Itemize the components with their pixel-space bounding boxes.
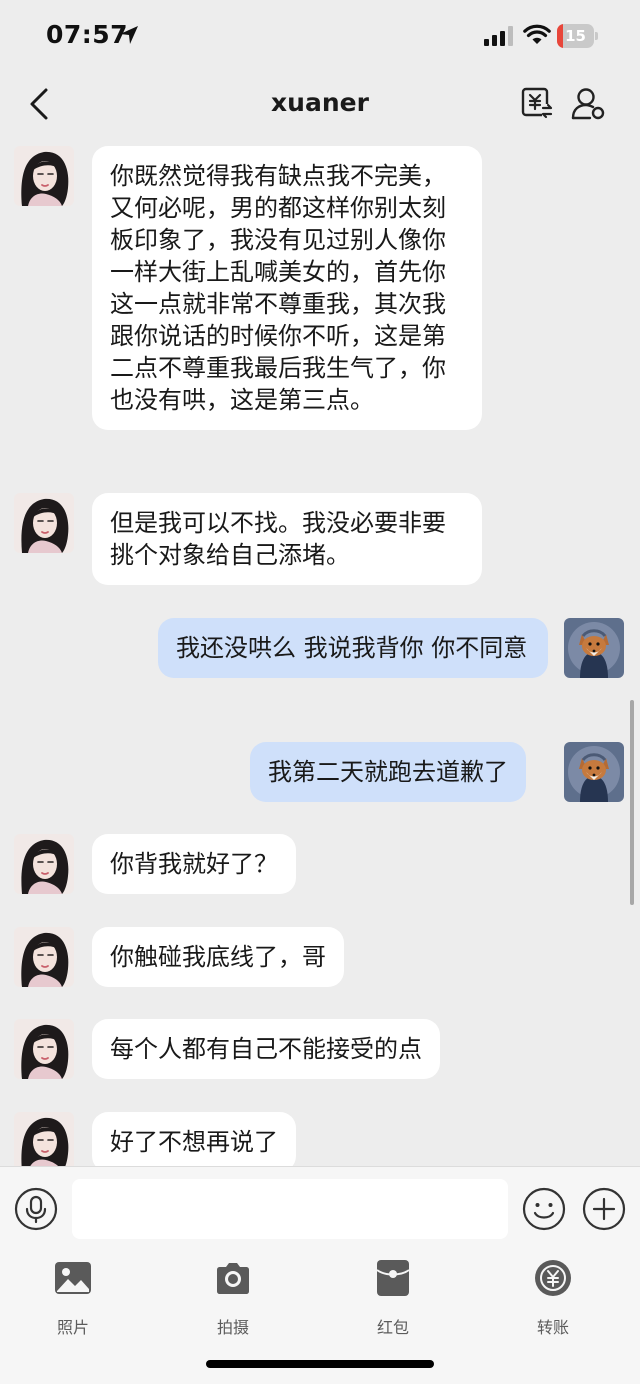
tool-camera[interactable]: 拍摄 bbox=[183, 1258, 283, 1338]
contact-avatar[interactable] bbox=[14, 834, 74, 894]
scrollbar[interactable] bbox=[630, 700, 634, 905]
tool-photo[interactable]: 照片 bbox=[23, 1258, 123, 1338]
transfer-icon bbox=[535, 1260, 571, 1296]
tool-panel: 照片 拍摄 红包 转账 bbox=[0, 1250, 640, 1384]
contact-avatar[interactable] bbox=[14, 146, 74, 206]
home-indicator[interactable] bbox=[206, 1360, 434, 1368]
tool-transfer[interactable]: 转账 bbox=[503, 1258, 603, 1338]
tool-transfer-label: 转账 bbox=[536, 1318, 569, 1337]
tool-red-packet-label: 红包 bbox=[376, 1318, 409, 1337]
my-avatar[interactable] bbox=[564, 618, 624, 678]
camera-icon bbox=[217, 1263, 249, 1294]
cellular-signal-icon bbox=[484, 26, 513, 46]
message-bubble: 你触碰我底线了，哥 bbox=[92, 927, 344, 987]
message-bubble: 我第二天就跑去道歉了 bbox=[250, 742, 526, 802]
status-time: 07:57 bbox=[46, 20, 129, 49]
location-arrow-icon bbox=[120, 26, 138, 44]
battery-level: 15 bbox=[565, 27, 586, 45]
tool-red-packet[interactable]: 红包 bbox=[343, 1258, 443, 1338]
red-packet-icon bbox=[376, 1260, 410, 1296]
status-bar: 07:57 15 bbox=[0, 0, 640, 70]
message-bubble: 但是我可以不找。我没必要非要挑个对象给自己添堵。 bbox=[92, 493, 482, 585]
message-list[interactable]: 你既然觉得我有缺点我不完美，又何必呢，男的都这样你别太刻板印象了，我没有见过别人… bbox=[0, 138, 640, 1166]
woman-portrait-icon bbox=[14, 493, 74, 553]
my-avatar[interactable] bbox=[564, 742, 624, 802]
contact-avatar[interactable] bbox=[14, 927, 74, 987]
woman-portrait-icon bbox=[14, 927, 74, 987]
woman-portrait-icon bbox=[14, 146, 74, 206]
more-options-icon[interactable] bbox=[582, 1187, 626, 1231]
tool-camera-label: 拍摄 bbox=[216, 1318, 249, 1337]
contact-avatar[interactable] bbox=[14, 1019, 74, 1079]
wifi-icon bbox=[523, 24, 551, 44]
message-bubble: 你既然觉得我有缺点我不完美，又何必呢，男的都这样你别太刻板印象了，我没有见过别人… bbox=[92, 146, 482, 430]
input-bar bbox=[0, 1166, 640, 1250]
message-input[interactable] bbox=[72, 1179, 508, 1239]
battery-indicator: 15 bbox=[557, 24, 599, 48]
message-bubble: 好了不想再说了 bbox=[92, 1112, 296, 1166]
emoji-icon[interactable] bbox=[522, 1187, 566, 1231]
fox-avatar-icon bbox=[564, 618, 624, 678]
woman-portrait-icon bbox=[14, 1019, 74, 1079]
message-bubble: 每个人都有自己不能接受的点 bbox=[92, 1019, 440, 1079]
contact-avatar[interactable] bbox=[14, 1112, 74, 1166]
contact-avatar[interactable] bbox=[14, 493, 74, 553]
message-bubble: 我还没哄么 我说我背你 你不同意 bbox=[158, 618, 548, 678]
fox-avatar-icon bbox=[564, 742, 624, 802]
message-bubble: 你背我就好了？ bbox=[92, 834, 296, 894]
chat-header: xuaner bbox=[0, 70, 640, 138]
photo-icon bbox=[55, 1262, 91, 1294]
woman-portrait-icon bbox=[14, 834, 74, 894]
voice-input-icon[interactable] bbox=[14, 1187, 58, 1231]
tool-photo-label: 照片 bbox=[56, 1318, 89, 1337]
transfer-icon[interactable] bbox=[520, 86, 554, 120]
contact-profile-icon[interactable] bbox=[570, 86, 606, 122]
woman-portrait-icon bbox=[14, 1112, 74, 1166]
